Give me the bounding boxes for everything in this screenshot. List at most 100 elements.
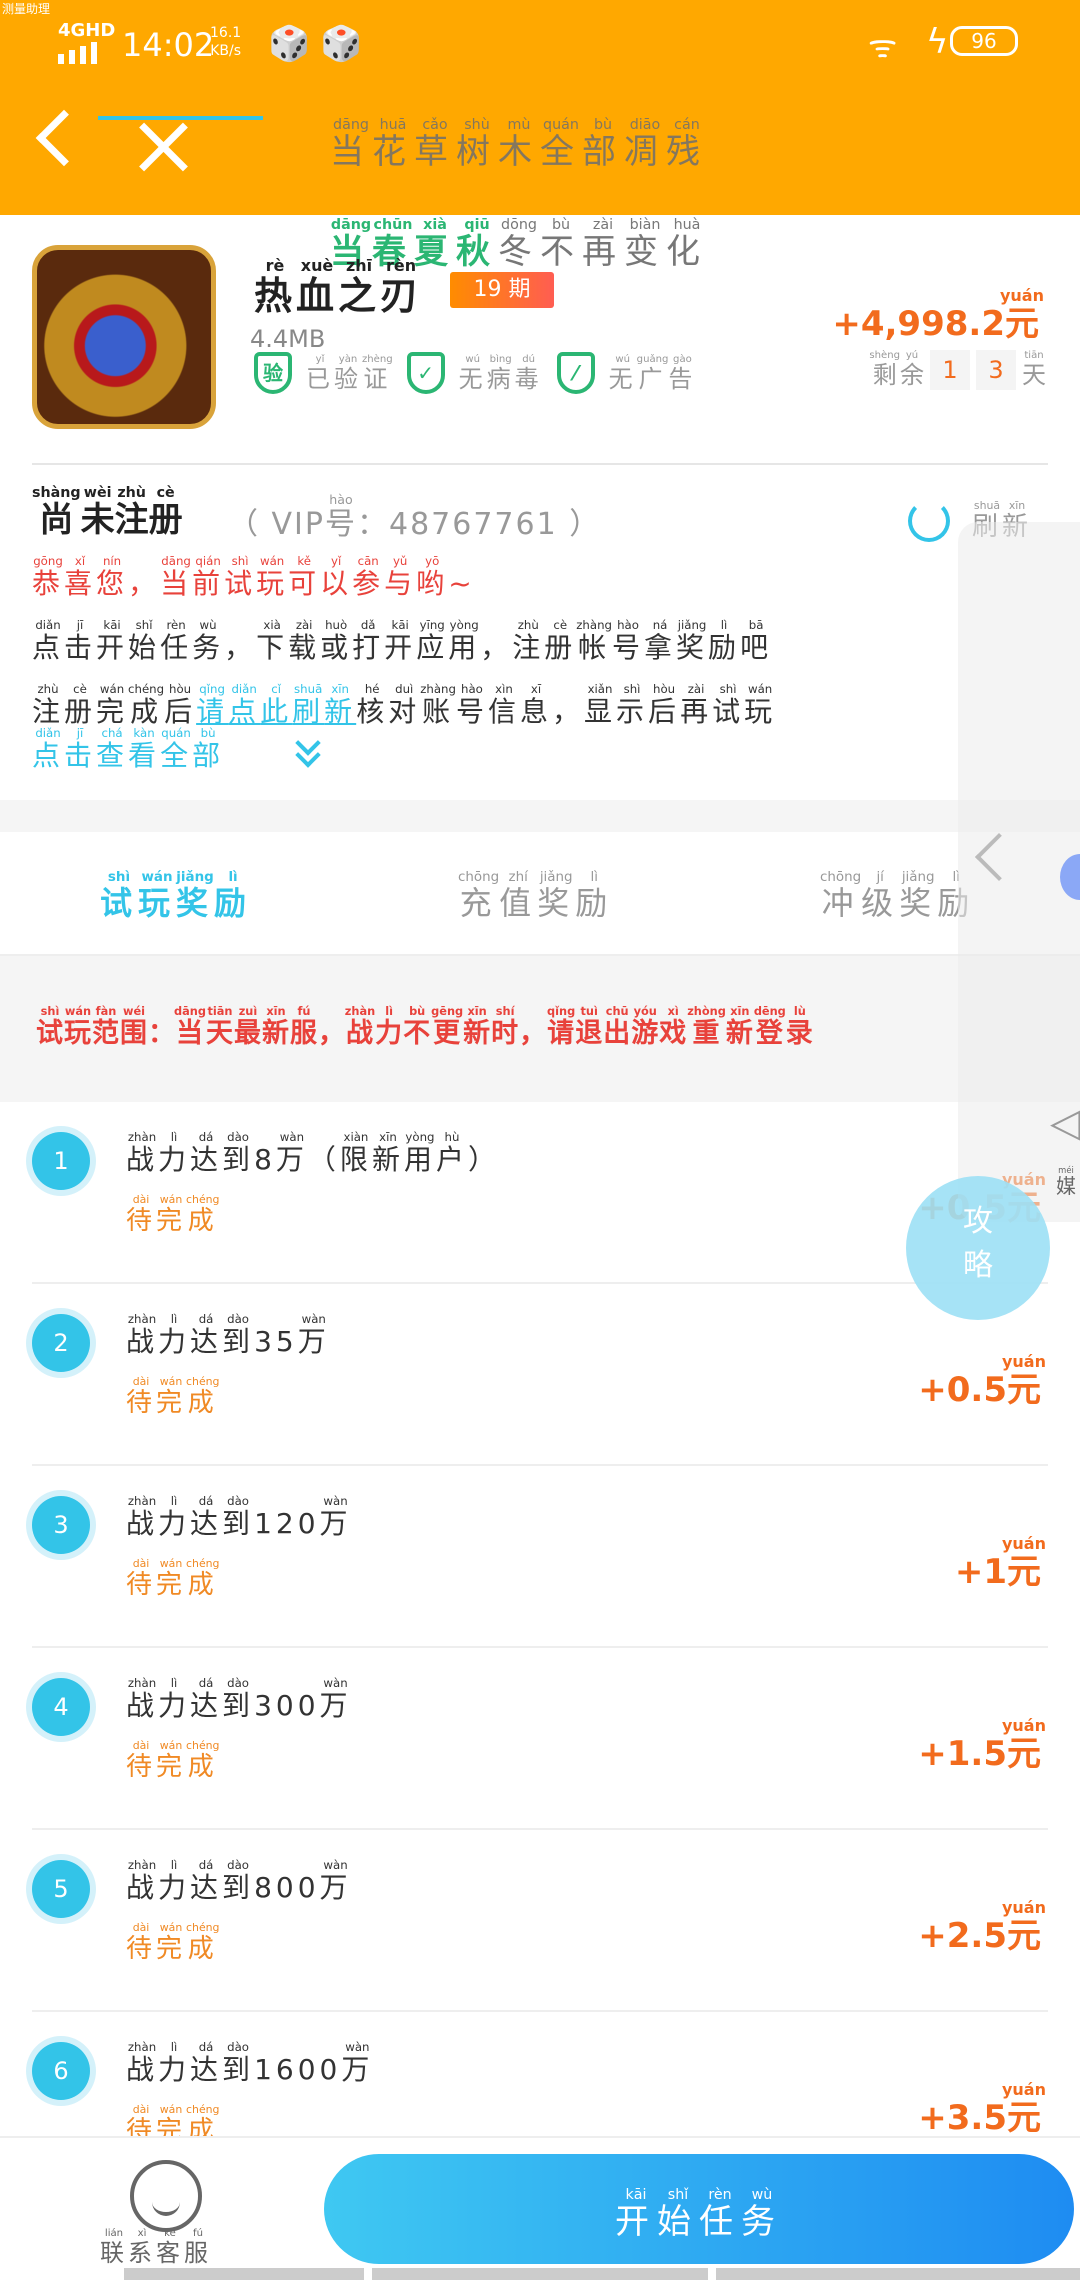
currency-unit: 元yuán: [1001, 1898, 1046, 1956]
total-reward-value: +4,998.2: [832, 304, 1005, 344]
task-title: 战zhàn力lì达dá到dào120万wàn: [126, 1494, 352, 1540]
remaining-label: 剩shèng余yú: [869, 350, 924, 389]
currency-unit: 元yuán: [1001, 1352, 1046, 1410]
scope-notice: 试shì玩wán范fàn围wéi：当dāng天tiān最zuì新xīn服fú，战…: [36, 1004, 814, 1049]
network-speed: 16.1 KB/s: [210, 24, 241, 60]
task-number: 4: [32, 1678, 90, 1736]
registration-status: 尚shàng未wèi注zhù册cè: [32, 485, 183, 540]
period-badge: 19 期: [450, 272, 554, 308]
start-task-label: 开kāi始shǐ任rèn务wù: [615, 2187, 783, 2242]
headset-icon[interactable]: [130, 2160, 202, 2232]
page-title: 当dāng花huā草cǎo树shù木mù全quán部bù凋diāo残cán: [330, 117, 708, 172]
task-status: 待dài完wán成chéng: [126, 1557, 220, 1600]
task-row[interactable]: 2 战zhàn力lì达dá到dào35万wàn 待dài完wán成chéng +0.5…: [0, 1284, 1080, 1466]
task-reward: +1.5元yuán: [918, 1716, 1046, 1775]
task-title: 战zhàn力lì达dá到dào35万wàn: [126, 1312, 330, 1358]
tab-level-reward[interactable]: 冲chōng级jí奖jiǎng励lì: [820, 870, 975, 924]
media-label: 媒méi: [1056, 1165, 1076, 1198]
task-title: 战zhàn力lì达dá到dào800万wàn: [126, 1858, 352, 1904]
charging-icon: ϟ: [926, 22, 949, 62]
task-row[interactable]: 4 战zhàn力lì达dá到dào300万wàn 待dài完wán成chéng +1.…: [0, 1648, 1080, 1830]
badge-virus-free: 无wú病bìng毒dú: [458, 354, 543, 393]
badge-verified: 已yǐ验yàn证zhèng: [306, 354, 393, 393]
speaker-icon[interactable]: ◁: [1050, 1100, 1080, 1146]
task-number: 6: [32, 2042, 90, 2100]
task-title: 战zhàn力lì达dá到dào300万wàn: [126, 1676, 352, 1722]
guide-button[interactable]: 攻略: [906, 1176, 1050, 1320]
currency-unit: 元yuán: [1001, 1716, 1046, 1774]
status-bar: 4GHD 14:02 16.1 KB/s 🎲🎲 ᯤ ϟ 96: [0, 14, 1080, 74]
task-row[interactable]: 3 战zhàn力lì达dá到dào120万wàn 待dài完wán成chéng +1元…: [0, 1466, 1080, 1648]
task-row[interactable]: 5 战zhàn力lì达dá到dào800万wàn 待dài完wán成chéng +2.…: [0, 1830, 1080, 2012]
tab-recharge-reward[interactable]: 充chōng值zhí奖jiǎng励lì: [458, 870, 613, 924]
signal-icon: [58, 42, 97, 64]
speed-unit: KB/s: [210, 43, 241, 59]
task-status: 待dài完wán成chéng: [126, 1375, 220, 1418]
nav-bar-segment: [372, 2268, 708, 2280]
badge-ad-free: 无wú广guǎng告gào: [608, 354, 697, 393]
ad-free-shield-icon: ⁄: [556, 352, 595, 394]
speed-value: 16.1: [210, 25, 242, 41]
task-title: 战zhàn力lì达dá到dào8万wàn（限xiàn新xīn用yòng户hù）: [126, 1130, 500, 1176]
task-reward-value: +1.5: [918, 1734, 1007, 1774]
task-status: 待dài完wán成chéng: [126, 1739, 220, 1782]
vip-number: （ VIP号hào：48767761 ）: [228, 492, 602, 543]
close-icon[interactable]: [136, 120, 190, 174]
status-time: 14:02: [122, 26, 215, 64]
tab-trial-reward[interactable]: 试shì玩wán奖jiǎng励lì: [100, 870, 252, 924]
reward-tabs: 试shì玩wán奖jiǎng励lì 充chōng值zhí奖jiǎng励lì 冲c…: [0, 832, 1080, 956]
instruction-line-2: 注zhù册cè完wán成chéng后hòu请qǐng点diǎn此cǐ刷shuā新…: [32, 682, 777, 730]
task-reward: +0.5元yuán: [918, 1352, 1046, 1411]
task-reward: +1元yuán: [954, 1534, 1046, 1593]
task-reward: +2.5元yuán: [918, 1898, 1046, 1957]
notification-icons: 🎲🎲: [268, 24, 373, 64]
task-number: 3: [32, 1496, 90, 1554]
nav-bar-segment: [716, 2268, 1080, 2280]
task-status: 待dài完wán成chéng: [126, 1921, 220, 1964]
task-reward-value: +0.5: [918, 1370, 1007, 1410]
double-chevron-down-icon[interactable]: [292, 730, 324, 768]
vip-number-value: ：48767761 ）: [357, 507, 602, 542]
task-number: 1: [32, 1132, 90, 1190]
remaining-days: 剩shèng余yú 1 3 天tiān: [869, 350, 1046, 390]
customer-service-button[interactable]: 联lián系xì客kè服fú: [100, 2228, 212, 2268]
safety-badges: 验 已yǐ验yàn证zhèng ✓ 无wú病bìng毒dú ⁄ 无wú广guǎn…: [254, 352, 696, 394]
start-task-button[interactable]: 开kāi始shǐ任rèn务wù: [324, 2154, 1074, 2264]
active-tab-indicator: [98, 116, 263, 120]
task-reward-value: +1: [954, 1552, 1007, 1592]
wifi-icon: ᯤ: [868, 27, 898, 65]
view-all-link[interactable]: 点diǎn击jī查chá看kàn全quán部bù: [32, 726, 224, 774]
instruction-suffix: 核hé对duì账zhàng号hào信xìn息xī，显xiǎn示shì后hòu再z…: [356, 682, 777, 728]
task-title: 战zhàn力lì达dá到dào1600万wàn: [126, 2040, 374, 2086]
task-reward: +3.5元yuán: [918, 2080, 1046, 2139]
section-gap: [0, 800, 1080, 832]
instruction-prefix: 注zhù册cè完wán成chéng后hòu: [32, 682, 197, 728]
verified-shield-icon: 验: [254, 352, 292, 394]
divider: [32, 463, 1048, 465]
task-number: 5: [32, 1860, 90, 1918]
app-icon: [32, 245, 216, 429]
nav-bar-segment: [124, 2268, 364, 2280]
refresh-link[interactable]: 请qǐng点diǎn此cǐ刷shuā新xīn: [196, 682, 356, 728]
days-label: 天tiān: [1022, 350, 1046, 389]
task-reward-value: +2.5: [918, 1916, 1007, 1956]
remaining-digit: 1: [930, 350, 970, 390]
task-number: 2: [32, 1314, 90, 1372]
virus-free-check-icon: ✓: [406, 352, 445, 394]
instruction-line-1: 点diǎn击jī开kāi始shǐ任rèn务wù，下xià载zài或huò打dǎ开…: [32, 618, 773, 664]
currency-unit: 元yuán: [1001, 2080, 1046, 2138]
total-reward: +4,998.2元yuán: [832, 286, 1044, 345]
vip-prefix: （ VIP: [228, 507, 325, 542]
currency-unit: 元yuán: [1001, 1534, 1046, 1592]
poem-rest: 冬dōng不bù再zài变biàn化huà: [498, 217, 708, 272]
congrats-text: 恭gōng喜xǐ您nín，当dāng前qián试shì玩wán可kě以yǐ参cā…: [32, 554, 476, 600]
guide-label: 攻略: [963, 1204, 993, 1283]
refresh-icon[interactable]: [908, 500, 950, 542]
task-status: 待dài完wán成chéng: [126, 1193, 220, 1236]
vip-hao: 号hào: [325, 492, 357, 542]
remaining-digit: 3: [976, 350, 1016, 390]
battery-icon: 96: [950, 26, 1018, 56]
task-reward-value: +3.5: [918, 2098, 1007, 2138]
currency-unit: 元yuán: [999, 286, 1044, 344]
network-type: 4GHD: [58, 20, 116, 41]
